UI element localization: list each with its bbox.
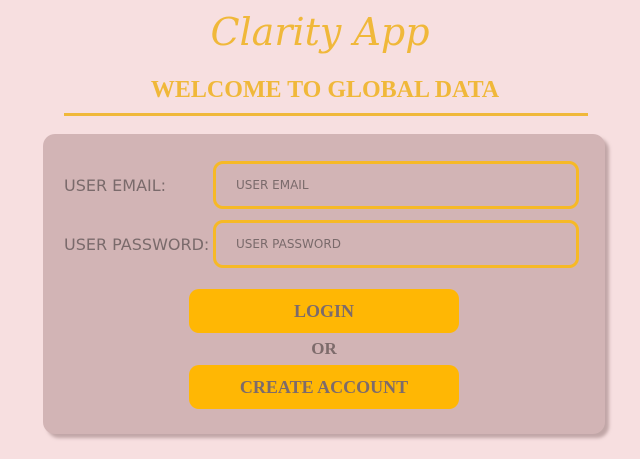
create-account-button[interactable]: CREATE ACCOUNT [189, 365, 459, 409]
header-divider [64, 113, 588, 116]
password-label: USER PASSWORD: [64, 235, 210, 254]
welcome-heading: WELCOME TO GLOBAL DATA [150, 77, 500, 103]
email-label: USER EMAIL: [64, 176, 167, 195]
or-separator: OR [311, 339, 337, 358]
email-input[interactable] [213, 161, 579, 209]
login-card: USER EMAIL: USER PASSWORD: LOGIN OR CREA… [43, 134, 605, 434]
login-button[interactable]: LOGIN [189, 289, 459, 333]
app-logo: Clarity App [210, 10, 430, 54]
password-input[interactable] [213, 220, 579, 268]
